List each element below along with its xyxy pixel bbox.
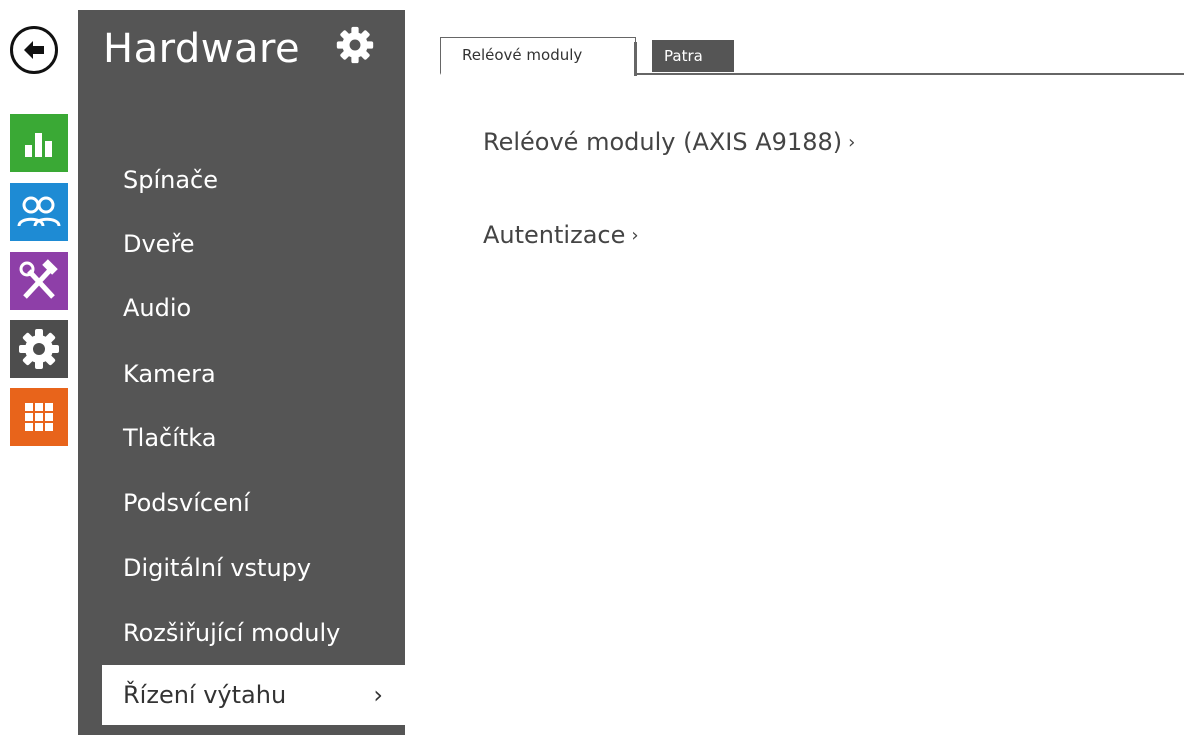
menu-item-audio[interactable]: Audio [78, 282, 405, 334]
nav-hardware-button[interactable] [10, 252, 68, 310]
menu-item-extension-modules[interactable]: Rozšiřující moduly [78, 607, 405, 659]
menu-item-digital-inputs[interactable]: Digitální vstupy [78, 542, 405, 594]
tools-icon [19, 259, 58, 299]
arrow-left-icon [24, 41, 44, 59]
menu-item-label: Řízení výtahu [123, 681, 287, 709]
hardware-menu-panel: Hardware Spínače Dveře Audio Kamera Tlač… [78, 10, 405, 735]
nav-directory-button[interactable] [10, 183, 68, 241]
tab-relay-modules[interactable]: Reléové moduly [440, 37, 637, 76]
menu-item-backlight[interactable]: Podsvícení [78, 477, 405, 529]
nav-services-button[interactable] [10, 388, 68, 446]
users-icon [17, 196, 61, 227]
gear-icon[interactable] [335, 25, 375, 65]
menu-item-camera[interactable]: Kamera [78, 348, 405, 400]
menu-item-doors[interactable]: Dveře [78, 218, 405, 270]
keypad-grid-icon [25, 403, 53, 431]
menu-item-buttons[interactable]: Tlačítka [78, 412, 405, 464]
chevron-right-icon: › [631, 225, 639, 246]
hardware-settings-page: Hardware Spínače Dveře Audio Kamera Tlač… [0, 0, 1184, 735]
menu-item-elevator-control[interactable]: Řízení výtahu › [102, 665, 405, 725]
nav-status-button[interactable] [10, 114, 68, 172]
relay-modules-link[interactable]: Reléové moduly (AXIS A9188) › [483, 128, 855, 156]
back-button[interactable] [10, 26, 58, 74]
settings-gear-icon [19, 329, 59, 369]
menu-title: Hardware [103, 26, 301, 72]
nav-system-button[interactable] [10, 320, 68, 378]
authentication-link-label: Autentizace [483, 221, 626, 249]
status-chart-icon [25, 133, 52, 157]
authentication-link[interactable]: Autentizace › [483, 221, 639, 249]
chevron-right-icon: › [373, 681, 383, 709]
menu-item-switches[interactable]: Spínače [78, 154, 405, 206]
relay-modules-link-label: Reléové moduly (AXIS A9188) [483, 128, 843, 156]
tab-floors[interactable]: Patra [652, 40, 734, 72]
chevron-right-icon: › [848, 132, 856, 153]
